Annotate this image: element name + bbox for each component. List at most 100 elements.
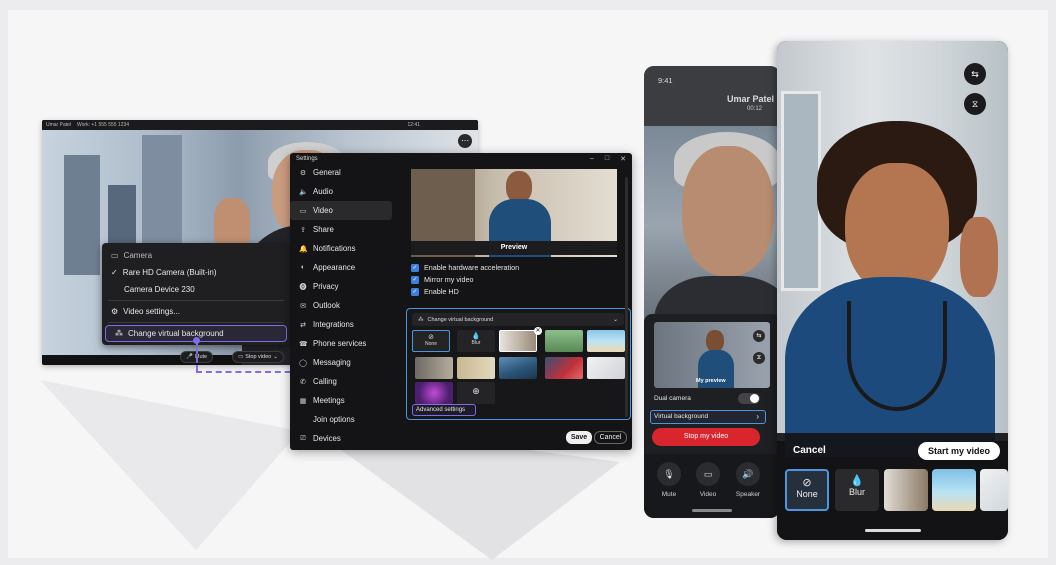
checkbox-label: Enable hardware acceleration bbox=[424, 263, 520, 272]
self-preview-label: My preview bbox=[696, 378, 726, 384]
background-option-none[interactable]: ⊘ None bbox=[412, 330, 450, 352]
phone-status-area: 9:41 Umar Patel 00:12 bbox=[644, 66, 780, 126]
background-option-garden[interactable] bbox=[545, 330, 583, 352]
change-virtual-background-label: Change virtual background bbox=[128, 329, 224, 338]
privacy-icon: ⓿ bbox=[299, 283, 307, 291]
nav-label: Appearance bbox=[313, 263, 356, 272]
scrollbar[interactable] bbox=[625, 177, 628, 417]
mirror-video-checkbox[interactable]: ✓ Mirror my video bbox=[411, 275, 474, 284]
maximize-icon[interactable]: □ bbox=[605, 155, 609, 163]
background-option-blur[interactable]: 💧 Blur bbox=[457, 330, 495, 352]
settings-gear-icon: ⚙ bbox=[111, 307, 119, 316]
home-indicator bbox=[864, 529, 921, 532]
remove-background-icon[interactable]: ✕ bbox=[534, 327, 542, 335]
stop-video-label: Stop video bbox=[245, 354, 272, 360]
camera-device-item[interactable]: ✓ Rare HD Camera (Built-in) bbox=[102, 264, 290, 281]
minimize-icon[interactable]: – bbox=[590, 155, 594, 163]
virtual-background-row[interactable]: Virtual background › bbox=[650, 410, 766, 424]
mirror-icon[interactable]: ⧖ bbox=[753, 352, 765, 364]
nav-item-appearance[interactable]: ◐ Appearance bbox=[290, 258, 398, 277]
gear-icon: ⚙ bbox=[299, 169, 307, 177]
enable-hd-checkbox[interactable]: ✓ Enable HD bbox=[411, 287, 459, 296]
background-option-white-abstract[interactable] bbox=[980, 469, 1008, 511]
nav-label: Meetings bbox=[313, 396, 345, 405]
background-option-shelves[interactable] bbox=[457, 357, 495, 379]
nav-label: Notifications bbox=[313, 244, 356, 253]
person-head bbox=[682, 146, 774, 276]
switch-camera-icon[interactable]: ⇆ bbox=[753, 330, 765, 342]
checkbox-label: Mirror my video bbox=[424, 275, 474, 284]
mirror-icon[interactable]: ⧖ bbox=[964, 93, 986, 115]
start-my-video-button[interactable]: Start my video bbox=[918, 442, 1000, 460]
video-control[interactable]: ▭ Video bbox=[695, 462, 721, 498]
advanced-settings-button[interactable]: Advanced settings bbox=[412, 404, 476, 416]
nav-item-audio[interactable]: 🔈 Audio bbox=[290, 182, 398, 201]
connector-line bbox=[196, 340, 198, 371]
background-option-mountains[interactable] bbox=[499, 357, 537, 379]
person-head bbox=[845, 163, 949, 295]
mute-control[interactable]: 🎙 Mute bbox=[656, 462, 682, 498]
speaker-icon: 🔈 bbox=[299, 188, 308, 196]
nav-item-calling[interactable]: ✆ Calling bbox=[290, 372, 398, 391]
nav-item-messaging[interactable]: ◯ Messaging bbox=[290, 353, 398, 372]
background-option-room[interactable] bbox=[415, 357, 453, 379]
background-option-beach[interactable] bbox=[932, 469, 976, 511]
save-button[interactable]: Save bbox=[566, 431, 592, 444]
nav-item-devices[interactable]: ⎚ Devices bbox=[290, 429, 398, 448]
background-option-red-abstract[interactable] bbox=[545, 357, 583, 379]
caller-name: Umar Patel bbox=[726, 94, 774, 104]
add-icon: ⊕ bbox=[472, 386, 480, 396]
cancel-button[interactable]: Cancel bbox=[793, 445, 826, 456]
camera-menu-header: ▭ Camera bbox=[102, 247, 290, 264]
nav-label: General bbox=[313, 168, 341, 177]
background-option-beach[interactable] bbox=[587, 330, 625, 352]
stop-my-video-button[interactable]: Stop my video bbox=[652, 428, 760, 446]
nav-item-phone-services[interactable]: ☎ Phone services bbox=[290, 334, 398, 353]
nav-item-general[interactable]: ⚙ General bbox=[290, 163, 398, 182]
nav-item-join-options[interactable]: Join options bbox=[290, 410, 398, 429]
window-time: 12:41 bbox=[407, 122, 420, 128]
nav-item-outlook[interactable]: ✉ Outlook bbox=[290, 296, 398, 315]
video-settings-item[interactable]: ⚙ Video settings... bbox=[102, 303, 290, 320]
check-icon: ✓ bbox=[111, 268, 118, 277]
building bbox=[64, 155, 100, 275]
background-option-purple-lights[interactable] bbox=[415, 382, 453, 404]
call-controls: 🎙 Mute ▭ Video 🔊 Speaker bbox=[644, 454, 780, 518]
menu-divider bbox=[108, 322, 284, 323]
change-virtual-background-dropdown[interactable]: ⁂ Change virtual background ⌄ bbox=[412, 313, 624, 326]
background-option-office[interactable] bbox=[884, 469, 928, 511]
background-option-office[interactable] bbox=[499, 330, 537, 352]
dual-camera-toggle[interactable] bbox=[738, 393, 760, 404]
settings-title: Settings bbox=[296, 156, 318, 162]
background-option-blur[interactable]: 💧 Blur bbox=[835, 469, 879, 511]
nav-item-notifications[interactable]: 🔔 Notifications bbox=[290, 239, 398, 258]
blur-icon: 💧 bbox=[471, 333, 481, 340]
hardware-acceleration-checkbox[interactable]: ✓ Enable hardware acceleration bbox=[411, 263, 519, 272]
calling-icon: ✆ bbox=[300, 378, 306, 386]
nav-item-share[interactable]: ⇪ Share bbox=[290, 220, 398, 239]
background-option-white-abstract[interactable] bbox=[587, 357, 625, 379]
nav-item-integrations[interactable]: ⇄ Integrations bbox=[290, 315, 398, 334]
dual-camera-label: Dual camera bbox=[654, 395, 691, 402]
nav-item-privacy[interactable]: ⓿ Privacy bbox=[290, 277, 398, 296]
stop-video-button[interactable]: ▭ Stop video ⌄ bbox=[232, 351, 284, 363]
speaker-control[interactable]: 🔊 Speaker bbox=[735, 462, 761, 498]
video-options-sheet: My preview ⇆ ⧖ Dual camera Virtual backg… bbox=[644, 314, 780, 454]
background-option-none[interactable]: ⊘ None bbox=[785, 469, 829, 511]
nav-label: Outlook bbox=[313, 301, 340, 310]
more-options-icon[interactable]: ⋯ bbox=[458, 134, 472, 148]
camera-menu: ▭ Camera ✓ Rare HD Camera (Built-in) Cam… bbox=[102, 243, 290, 345]
settings-nav: ⚙ General 🔈 Audio ▭ Video ⇪ Share 🔔 Notificat… bbox=[290, 163, 398, 448]
checkbox-checked-icon: ✓ bbox=[411, 287, 419, 296]
camera-device-item[interactable]: Camera Device 230 bbox=[102, 281, 290, 298]
nav-item-video[interactable]: ▭ Video bbox=[290, 201, 392, 220]
dropdown-label: Change virtual background bbox=[427, 316, 494, 323]
preview-person-head bbox=[706, 330, 724, 352]
switch-camera-icon[interactable]: ⇆ bbox=[964, 63, 986, 85]
add-background-button[interactable]: ⊕ bbox=[457, 382, 495, 404]
close-icon[interactable]: ✕ bbox=[620, 155, 626, 163]
checkbox-checked-icon: ✓ bbox=[411, 275, 419, 284]
camera-device-label: Camera Device 230 bbox=[124, 285, 195, 294]
cancel-button[interactable]: Cancel bbox=[594, 431, 627, 444]
nav-item-meetings[interactable]: ▦ Meetings bbox=[290, 391, 398, 410]
